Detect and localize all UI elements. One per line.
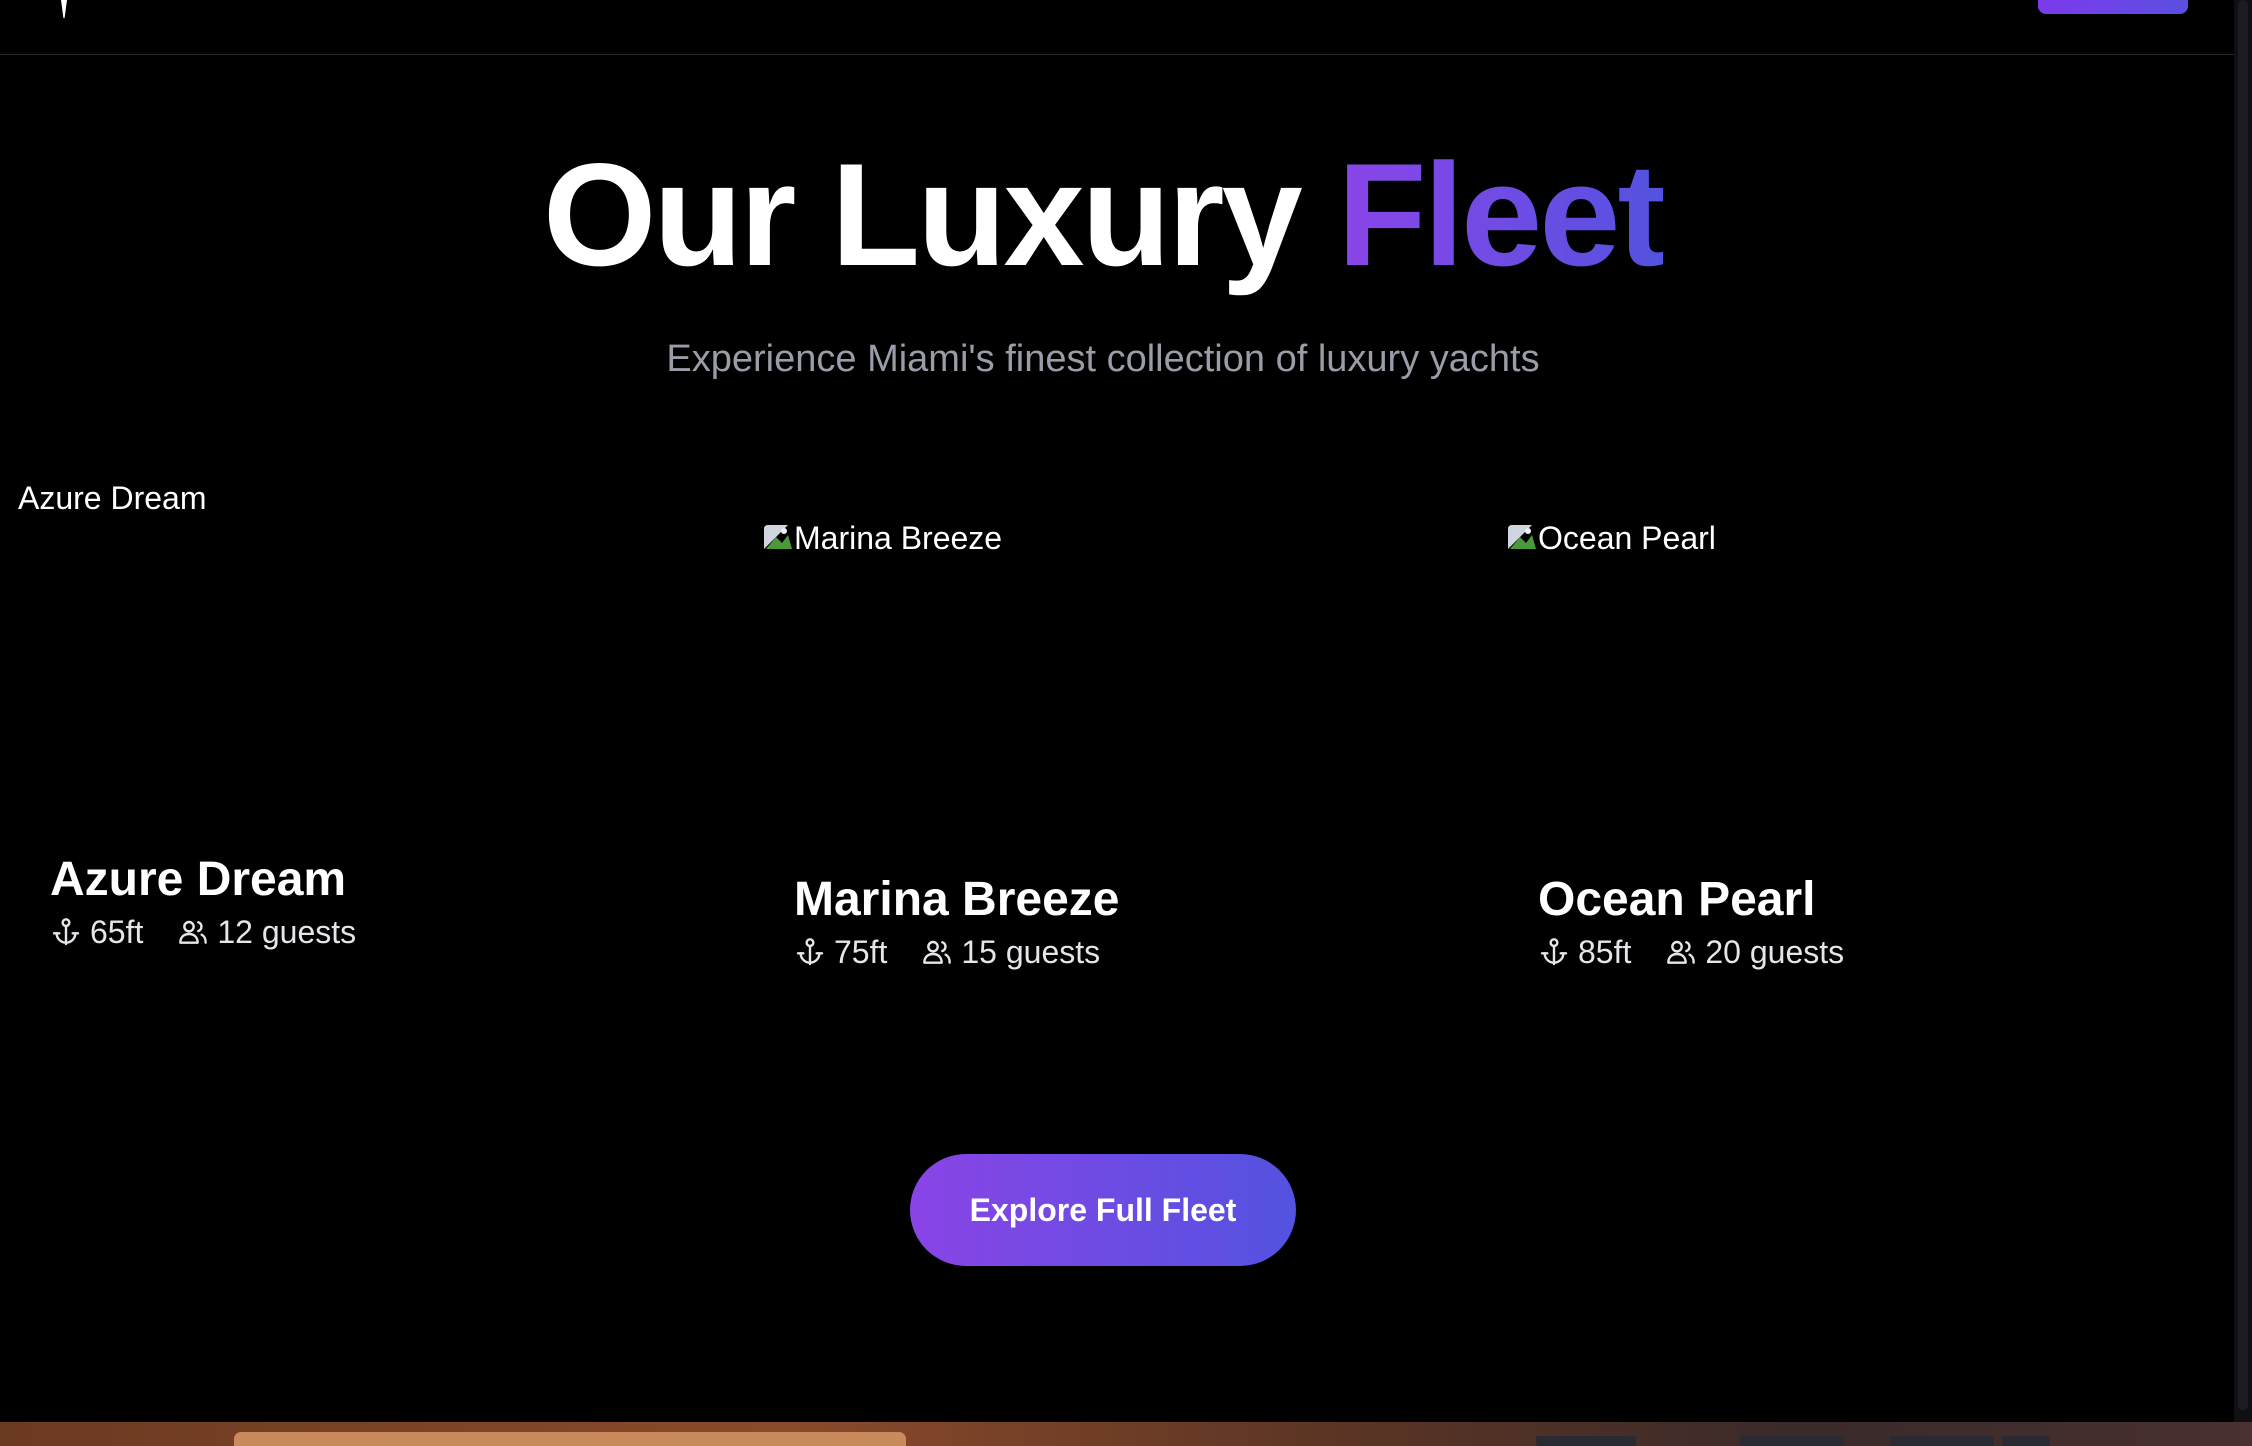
yacht-length-value: 65ft xyxy=(90,914,144,950)
yacht-specs: 85ft 20 guests xyxy=(1538,932,1844,972)
yacht-length-value: 75ft xyxy=(834,934,888,970)
yacht-image-alt: Azure Dream xyxy=(18,480,207,516)
page-viewport: Our Luxury Fleet Experience Miami's fine… xyxy=(0,0,2234,1422)
anchor-icon xyxy=(796,938,824,966)
scrollbar[interactable] xyxy=(2234,0,2252,1422)
yacht-name: Azure Dream xyxy=(50,853,347,906)
yacht-image: Ocean Pearl xyxy=(1506,518,2206,838)
yacht-guests: 12 guests xyxy=(177,912,356,952)
yacht-card-azure-dream[interactable]: Azure Dream Azure Dream 65ft 12 guests xyxy=(18,478,718,998)
users-icon xyxy=(179,920,208,944)
yacht-guests-value: 12 guests xyxy=(217,914,357,950)
explore-fleet-button[interactable]: Explore Full Fleet xyxy=(910,1154,1296,1266)
users-icon xyxy=(923,940,952,964)
desktop-taskbar xyxy=(0,1422,2252,1446)
navbar xyxy=(0,0,2234,55)
taskbar-thumbnail[interactable] xyxy=(1536,1436,1636,1446)
broken-image-icon xyxy=(764,525,792,549)
yacht-length: 65ft xyxy=(50,912,143,952)
yacht-name: Marina Breeze xyxy=(794,873,1120,926)
yacht-length-value: 85ft xyxy=(1578,934,1632,970)
anchor-icon xyxy=(1540,938,1568,966)
nav-cta-button[interactable] xyxy=(2038,0,2188,14)
yacht-length: 85ft xyxy=(1538,932,1631,972)
anchor-icon xyxy=(52,918,80,946)
yacht-guests: 20 guests xyxy=(1665,932,1844,972)
page-title: Our Luxury Fleet xyxy=(0,130,2206,300)
yacht-card-ocean-pearl[interactable]: Ocean Pearl Ocean Pearl 85ft 20 guests xyxy=(1506,518,2206,1038)
taskbar-window-tab[interactable] xyxy=(234,1432,906,1446)
yacht-image-alt: Ocean Pearl xyxy=(1538,520,1716,556)
yacht-specs: 75ft 15 guests xyxy=(794,932,1100,972)
yacht-name: Ocean Pearl xyxy=(1538,873,1816,926)
yacht-specs: 65ft 12 guests xyxy=(50,912,356,952)
title-accent: Fleet xyxy=(1337,133,1666,296)
yacht-image-alt: Marina Breeze xyxy=(794,520,1003,556)
taskbar-thumbnail[interactable] xyxy=(1740,1436,1844,1446)
broken-image-icon xyxy=(1508,525,1536,549)
scrollbar-thumb[interactable] xyxy=(2238,0,2248,1410)
yacht-card-marina-breeze[interactable]: Marina Breeze Marina Breeze 75ft 15 gues… xyxy=(762,518,1462,1038)
taskbar-thumbnail[interactable] xyxy=(2002,1436,2050,1446)
taskbar-thumbnail[interactable] xyxy=(1890,1436,1994,1446)
yacht-image: Azure Dream xyxy=(18,478,718,798)
yacht-guests: 15 guests xyxy=(921,932,1100,972)
users-icon xyxy=(1667,940,1696,964)
yacht-guests-value: 20 guests xyxy=(1705,934,1845,970)
yacht-image: Marina Breeze xyxy=(762,518,1462,838)
title-main: Our Luxury xyxy=(542,133,1338,296)
page-subtitle: Experience Miami's finest collection of … xyxy=(666,338,1540,380)
yacht-guests-value: 15 guests xyxy=(961,934,1101,970)
logo-icon[interactable] xyxy=(58,0,70,20)
yacht-length: 75ft xyxy=(794,932,887,972)
